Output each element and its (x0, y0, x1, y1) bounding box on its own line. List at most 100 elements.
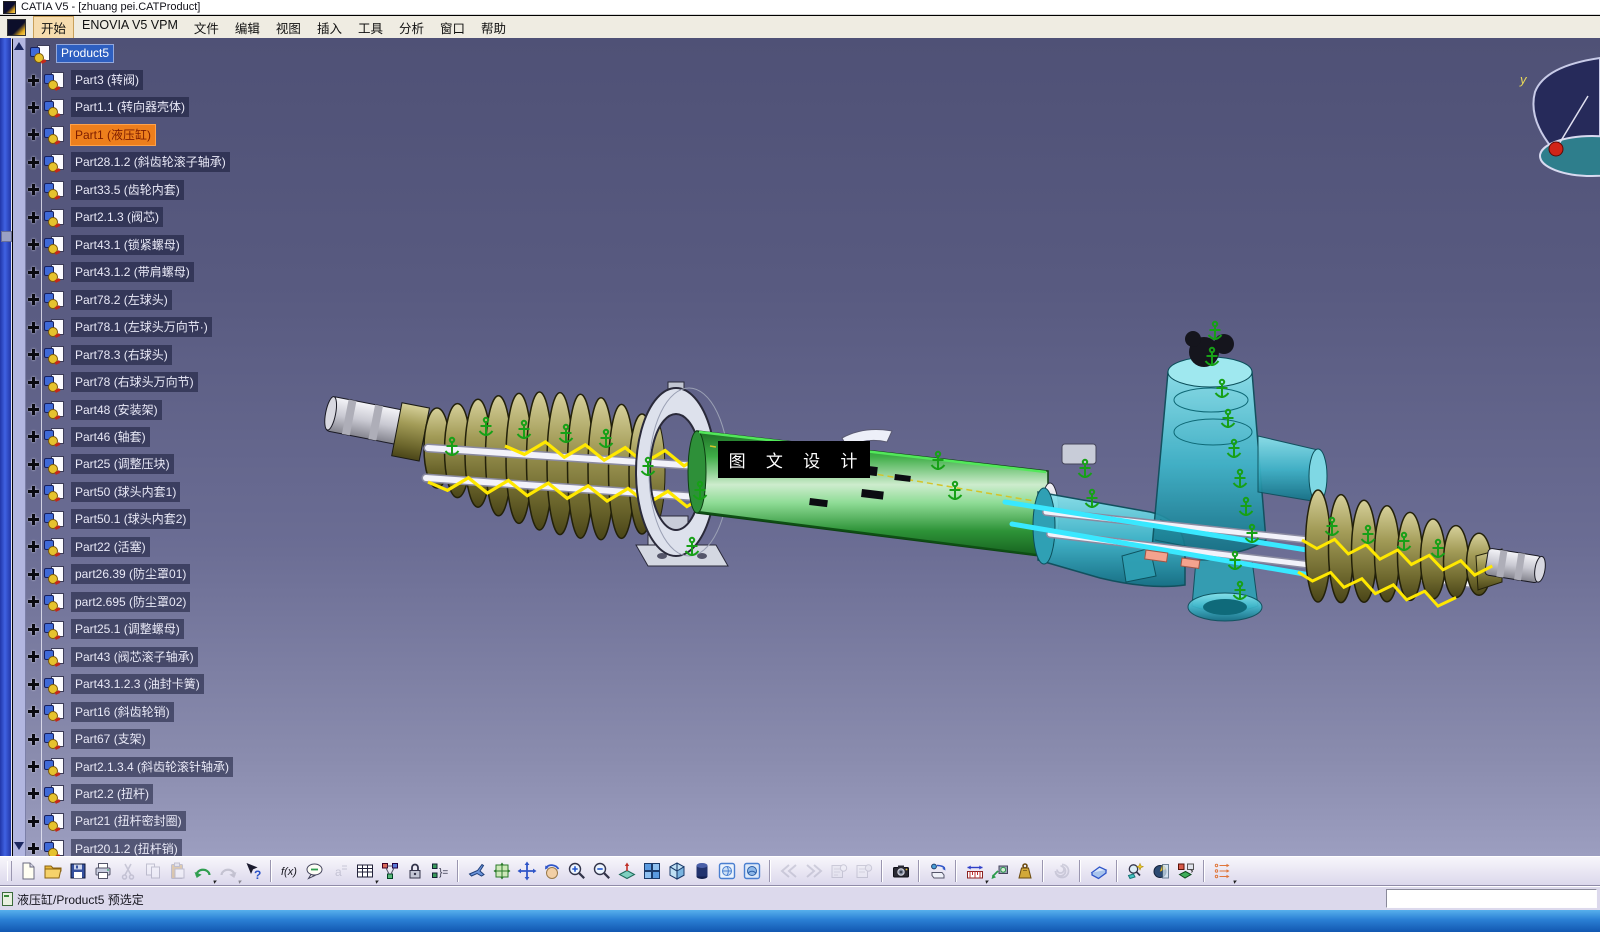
tree-item[interactable]: Part46 (轴套) (28, 426, 150, 447)
tree-item-label[interactable]: Part25.1 (调整螺母) (71, 619, 184, 640)
zoom-out-button[interactable] (589, 859, 614, 884)
expand-icon[interactable] (28, 678, 39, 690)
expand-icon[interactable] (28, 733, 39, 745)
tree-item[interactable]: Part33.5 (齿轮内套) (28, 179, 184, 200)
menu-item[interactable]: 文件 (186, 16, 227, 39)
save-button[interactable] (65, 859, 90, 884)
tree-item[interactable]: Part21 (扭杆密封圈) (28, 811, 186, 832)
workbench-icon[interactable] (7, 18, 26, 36)
fit-all-button[interactable] (489, 859, 514, 884)
tree-item[interactable]: Part50.1 (球头内套2) (28, 509, 191, 530)
tree-root-label[interactable]: Product5 (57, 44, 114, 62)
tree-item-label[interactable]: Part16 (斜齿轮销) (71, 701, 174, 722)
tree-item-label[interactable]: Part2.1.3.4 (斜齿轮滚针轴承) (71, 756, 234, 777)
expand-icon[interactable] (28, 513, 39, 525)
measure-between-button[interactable]: ▾ (962, 859, 988, 886)
fly-mode-button[interactable] (464, 859, 489, 884)
tree-item[interactable]: Part1.1 (转向器壳体) (28, 97, 190, 118)
specification-tree[interactable]: Product5 Part3 (转阀) Part1.1 (转向器壳体) Part1 (… (26, 38, 371, 856)
formula-fx-button[interactable]: f(x) (277, 859, 302, 884)
tree-scrollbar[interactable] (13, 38, 26, 856)
valve-housing[interactable] (1032, 331, 1328, 622)
expand-icon[interactable] (28, 843, 39, 855)
tree-structure-button[interactable]: }= (427, 859, 452, 884)
expand-icon[interactable] (28, 623, 39, 635)
tree-item-label[interactable]: Part22 (活塞) (71, 536, 150, 557)
expand-icon[interactable] (28, 788, 39, 800)
design-table-button[interactable]: ▾ (352, 859, 378, 886)
tree-item[interactable]: Part78.2 (左球头) (28, 289, 172, 310)
tree-item[interactable]: part26.39 (防尘罩01) (28, 564, 191, 585)
tree-item-label[interactable]: Part28.1.2 (斜齿轮滚子轴承) (71, 152, 230, 173)
open-folder-button[interactable] (40, 859, 65, 884)
tree-item[interactable]: Part78.1 (左球头万向节·) (28, 317, 212, 338)
expand-icon[interactable] (28, 239, 39, 251)
tree-item-label[interactable]: part2.695 (防尘罩02) (71, 591, 191, 612)
lock-button[interactable] (402, 859, 427, 884)
tree-item[interactable]: Part25 (调整压块) (28, 454, 174, 475)
tree-item-label[interactable]: Part78.1 (左球头万向节·) (71, 317, 212, 338)
menu-item[interactable]: 分析 (391, 16, 432, 39)
menu-item[interactable]: ENOVIA V5 VPM (74, 16, 186, 39)
rewind-button[interactable] (776, 859, 801, 884)
expand-icon[interactable] (28, 156, 39, 168)
tree-item-label[interactable]: Part43 (阀芯滚子轴承) (71, 646, 198, 667)
expand-icon[interactable] (28, 815, 39, 827)
tree-item-label[interactable]: Part43.1.2 (带肩螺母) (71, 262, 194, 283)
power-input-field[interactable] (1386, 889, 1597, 908)
tree-item[interactable]: Part25.1 (调整螺母) (28, 619, 184, 640)
expand-icon[interactable] (28, 761, 39, 772)
view-compass[interactable]: y (1519, 56, 1600, 177)
tree-item-label[interactable]: Part78.2 (左球头) (71, 289, 172, 310)
sectioning-button[interactable] (1148, 859, 1173, 884)
expand-icon[interactable] (28, 266, 39, 278)
tree-item-label[interactable]: Part43.1.2.3 (油封卡簧) (71, 674, 204, 695)
pan-button[interactable] (514, 859, 539, 884)
multi-view-button[interactable] (639, 859, 664, 884)
menu-item[interactable]: 窗口 (432, 16, 473, 39)
tree-item-label[interactable]: Part2.2 (扭杆) (71, 783, 154, 804)
expand-icon[interactable] (28, 568, 39, 580)
tree-item-label[interactable]: Part50.1 (球头内套2) (71, 509, 191, 530)
viewpoint-paste-button[interactable] (851, 859, 876, 884)
tree-item-label[interactable]: Part78 (右球头万向节) (71, 372, 198, 393)
knowledge-button[interactable]: a (327, 859, 352, 884)
new-document-button[interactable] (15, 859, 40, 884)
tree-item[interactable]: Part43.1 (锁紧螺母) (28, 234, 184, 255)
print-button[interactable] (90, 859, 115, 884)
tree-item-label[interactable]: Part48 (安装架) (71, 399, 162, 420)
tree-item[interactable]: Part2.1.3.4 (斜齿轮滚针轴承) (28, 756, 234, 777)
undo-button[interactable]: ▾ (190, 859, 216, 886)
tree-scroll-up-arrow[interactable] (14, 42, 24, 50)
normal-view-button[interactable] (614, 859, 639, 884)
dropdown-arrow-icon[interactable]: ▾ (1232, 879, 1236, 886)
tree-item-label[interactable]: part26.39 (防尘罩01) (71, 564, 191, 585)
tree-item-label[interactable]: Part2.1.3 (阀芯) (71, 207, 164, 228)
tree-item[interactable]: Part3 (转阀) (28, 70, 144, 90)
tree-item-label[interactable]: Part1.1 (转向器壳体) (71, 97, 190, 118)
tree-item-label[interactable]: Part78.3 (右球头) (71, 344, 172, 365)
tree-item-label[interactable]: Part33.5 (齿轮内套) (71, 179, 184, 200)
expand-icon[interactable] (28, 349, 39, 361)
tree-item-label[interactable]: Part21 (扭杆密封圈) (71, 811, 186, 832)
expand-icon[interactable] (28, 129, 39, 141)
measure-inertia-button[interactable] (1012, 859, 1037, 884)
expand-icon[interactable] (28, 211, 39, 223)
annotation-button[interactable] (302, 859, 327, 884)
fast-forward-button[interactable] (801, 859, 826, 884)
context-help-button[interactable]: ? (240, 859, 265, 884)
menu-item[interactable]: 开始 (33, 15, 75, 39)
expand-icon[interactable] (28, 596, 39, 608)
menu-item[interactable]: 工具 (350, 16, 391, 39)
tree-item-label[interactable]: Part50 (球头内套1) (71, 481, 181, 502)
camera-capture-button[interactable] (888, 859, 913, 884)
tree-item[interactable]: Part43.1.2 (带肩螺母) (28, 262, 194, 283)
expand-icon[interactable] (28, 651, 39, 663)
tree-item[interactable]: Part16 (斜齿轮销) (28, 701, 174, 722)
view-mode-1-button[interactable] (714, 859, 739, 884)
expand-icon[interactable] (28, 101, 39, 113)
splitter-handle[interactable] (1, 231, 12, 242)
toolbar-grip[interactable] (7, 861, 12, 881)
tree-item[interactable]: Part1 (液压缸) (28, 124, 156, 145)
iso-view-button[interactable] (664, 859, 689, 884)
